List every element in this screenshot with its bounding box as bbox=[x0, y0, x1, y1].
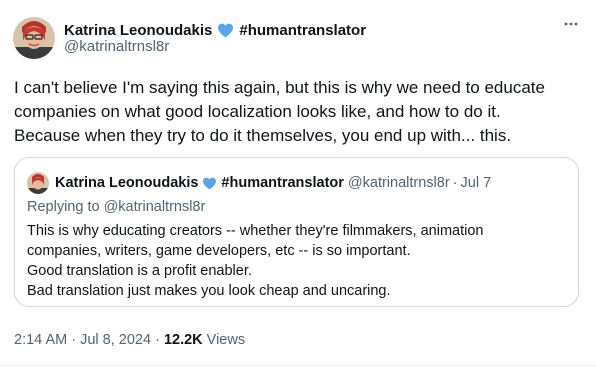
blue-heart-icon bbox=[217, 23, 234, 38]
tweet-date[interactable]: Jul 8, 2024 bbox=[80, 332, 151, 348]
quoted-body-line: This is why educating creators -- whethe… bbox=[27, 223, 484, 239]
quoted-tweet-card[interactable]: Katrina Leonoudakis #humantranslator @ka… bbox=[14, 157, 579, 307]
views-label: Views bbox=[202, 332, 246, 348]
tweet-body-line: Because when they try to do it themselve… bbox=[14, 126, 512, 145]
quoted-author-name: Katrina Leonoudakis bbox=[55, 175, 199, 191]
author-handle[interactable]: @katrinaltrnsl8r bbox=[64, 38, 169, 55]
meta-separator: · bbox=[151, 332, 164, 348]
quoted-body-line: companies, writers, game developers, etc… bbox=[27, 243, 411, 259]
author-name[interactable]: Katrina Leonoudakis bbox=[64, 22, 212, 39]
quoted-body: This is why educating creators -- whethe… bbox=[27, 221, 483, 301]
quoted-separator: · bbox=[452, 175, 458, 191]
tweet-time[interactable]: 2:14 AM bbox=[14, 332, 67, 348]
views-count: 12.2K bbox=[163, 332, 203, 348]
quoted-author-handle: @katrinaltrnsl8r bbox=[347, 175, 450, 191]
tweet-body: I can't believe I'm saying this again, b… bbox=[14, 76, 589, 148]
quoted-body-line: Bad translation just makes you look chea… bbox=[27, 283, 391, 299]
quoted-body-line: Good translation is a profit enabler. bbox=[27, 263, 252, 279]
replying-to: Replying to @katrinaltrnsl8r bbox=[27, 199, 205, 215]
author-avatar[interactable] bbox=[13, 17, 55, 59]
quoted-author-avatar bbox=[27, 172, 49, 194]
tweet-body-line: I can't believe I'm saying this again, b… bbox=[14, 78, 545, 97]
quoted-date: Jul 7 bbox=[460, 175, 492, 191]
blue-heart-icon bbox=[202, 177, 217, 190]
quoted-header: Katrina Leonoudakis #humantranslator @ka… bbox=[27, 172, 491, 194]
quoted-author-hashtag: #humantranslator bbox=[221, 175, 344, 191]
more-horizontal-icon[interactable] bbox=[563, 16, 579, 32]
meta-separator: · bbox=[67, 332, 81, 348]
author-hashtag: #humantranslator bbox=[239, 21, 367, 39]
tweet-meta: 2:14 AM · Jul 8, 2024 · 12.2K Views bbox=[14, 332, 245, 348]
replying-prefix: Replying to bbox=[27, 199, 104, 215]
author-name-row: Katrina Leonoudakis #humantranslator bbox=[64, 20, 366, 40]
replying-handle: @katrinaltrnsl8r bbox=[103, 199, 206, 215]
divider bbox=[0, 365, 596, 366]
tweet-body-line: companies on what good localization look… bbox=[14, 102, 501, 121]
